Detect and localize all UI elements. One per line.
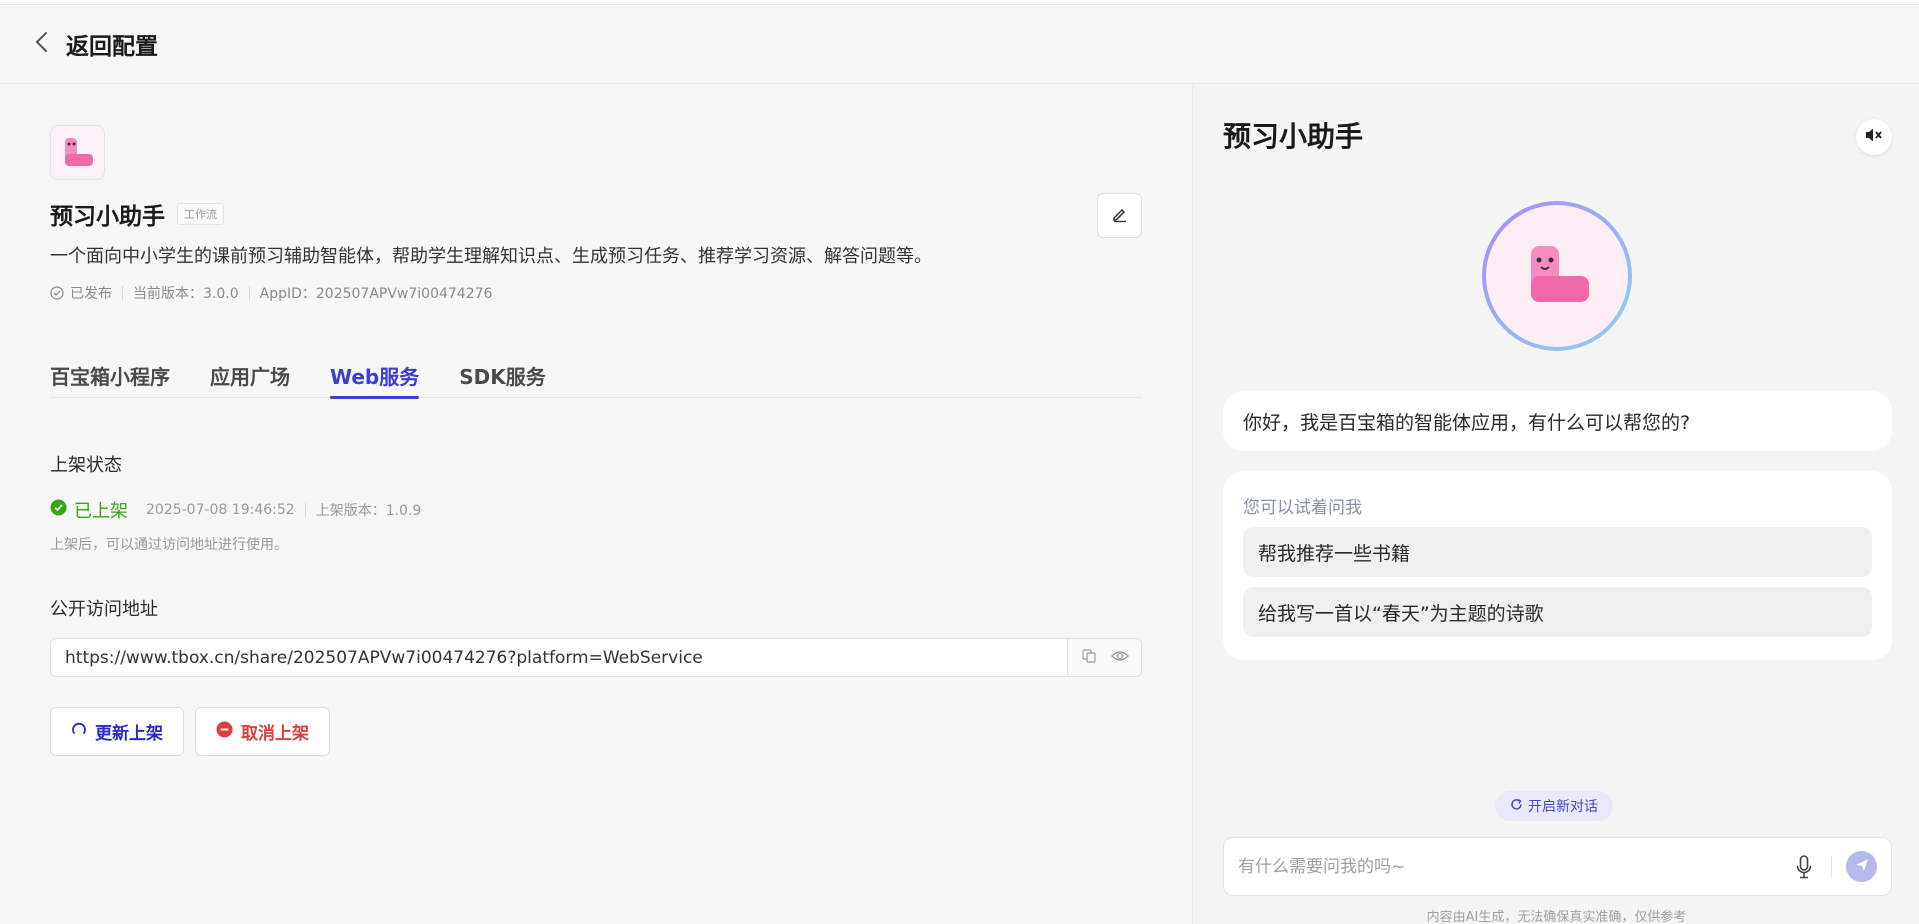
- publish-status: 已发布: [70, 286, 112, 302]
- paper-plane-icon: [1854, 857, 1870, 877]
- greeting-message: 你好，我是百宝箱的智能体应用，有什么可以帮您的?: [1223, 391, 1892, 451]
- current-version: 当前版本：3.0.0: [133, 286, 239, 302]
- chat-preview-panel: 预习小助手 你好，我是百宝箱的智能体应用，有什么可以帮您的? 您可以试着问我 帮…: [1192, 85, 1919, 924]
- tab-sdk-service[interactable]: SDK服务: [459, 361, 546, 398]
- avatar-image: [1486, 205, 1628, 347]
- chat-input[interactable]: [1238, 856, 1789, 877]
- mute-button[interactable]: [1856, 119, 1892, 155]
- eye-icon[interactable]: [1110, 648, 1129, 667]
- suggestion-item[interactable]: 帮我推荐一些书籍: [1243, 527, 1872, 577]
- app-title: 预习小助手: [50, 204, 165, 230]
- copy-icon[interactable]: [1081, 648, 1097, 668]
- suggestion-title: 您可以试着问我: [1243, 498, 1362, 518]
- suggestion-item[interactable]: 给我写一首以“春天”为主题的诗歌: [1243, 587, 1872, 637]
- back-button[interactable]: 返回配置: [32, 27, 158, 61]
- new-chat-button[interactable]: 开启新对话: [1495, 791, 1613, 821]
- cancel-listing-button[interactable]: 取消上架: [195, 707, 330, 756]
- public-url[interactable]: https://www.tbox.cn/share/202507APVw7i00…: [51, 648, 1067, 668]
- refresh-icon: [71, 721, 87, 742]
- divider: [1831, 855, 1832, 878]
- url-section-title: 公开访问地址: [50, 599, 158, 620]
- chat-input-box: [1223, 837, 1892, 896]
- tab-bar: 百宝箱小程序 应用广场 Web服务 SDK服务: [50, 361, 1142, 399]
- status-label: 已上架: [74, 501, 128, 522]
- tab-app-square[interactable]: 应用广场: [210, 361, 290, 398]
- check-circle-icon: [50, 286, 64, 300]
- app-logo: [50, 125, 105, 180]
- refresh-icon: [1510, 798, 1523, 815]
- url-actions: [1067, 639, 1141, 676]
- listing-hint: 上架后，可以通过访问地址进行使用。: [50, 537, 288, 553]
- app-meta: 已发布 当前版本：3.0.0 AppID：202507APVw7i0047427…: [50, 283, 492, 303]
- chat-title: 预习小助手: [1223, 120, 1364, 153]
- listing-timestamp: 2025-07-08 19:46:52: [146, 502, 295, 518]
- header: 返回配置: [0, 5, 1919, 84]
- status-badge: 已上架: [50, 497, 128, 523]
- app-title-row: 预习小助手 工作流: [50, 197, 224, 231]
- edit-button[interactable]: [1097, 193, 1142, 238]
- back-label: 返回配置: [66, 34, 158, 60]
- pencil-icon: [1111, 205, 1129, 227]
- listed-version: 上架版本：1.0.9: [315, 503, 422, 519]
- workflow-tag: 工作流: [177, 203, 224, 225]
- divider: [304, 503, 306, 517]
- update-listing-button[interactable]: 更新上架: [50, 707, 184, 756]
- divider: [122, 286, 123, 300]
- app-description: 一个面向中小学生的课前预习辅助智能体，帮助学生理解知识点、生成预习任务、推荐学习…: [50, 246, 932, 267]
- chevron-left-icon: [32, 30, 52, 58]
- listing-section-title: 上架状态: [50, 455, 122, 476]
- app-id: AppID：202507APVw7i00474276: [259, 286, 493, 302]
- cancel-label: 取消上架: [241, 724, 309, 744]
- config-panel: 预习小助手 工作流 一个面向中小学生的课前预习辅助智能体，帮助学生理解知识点、生…: [0, 85, 1192, 924]
- speaker-mute-icon: [1865, 127, 1883, 147]
- avatar: [1482, 201, 1632, 351]
- listing-status-row: 已上架 2025-07-08 19:46:52 上架版本：1.0.9: [50, 497, 421, 523]
- divider: [248, 286, 250, 300]
- tab-web-service[interactable]: Web服务: [330, 361, 420, 399]
- ai-disclaimer: 内容由AI生成，无法确保真实准确，仅供参考: [1426, 910, 1687, 924]
- action-buttons: 更新上架 取消上架: [50, 707, 330, 756]
- public-url-field: https://www.tbox.cn/share/202507APVw7i00…: [50, 638, 1142, 677]
- tab-miniprogram[interactable]: 百宝箱小程序: [50, 361, 170, 398]
- minus-circle-icon: [216, 721, 233, 743]
- check-filled-icon: [50, 499, 67, 521]
- send-button[interactable]: [1846, 851, 1877, 882]
- new-chat-label: 开启新对话: [1528, 799, 1598, 815]
- update-label: 更新上架: [95, 724, 163, 744]
- suggestion-card: 您可以试着问我 帮我推荐一些书籍 给我写一首以“春天”为主题的诗歌: [1223, 471, 1892, 660]
- microphone-icon[interactable]: [1789, 854, 1819, 879]
